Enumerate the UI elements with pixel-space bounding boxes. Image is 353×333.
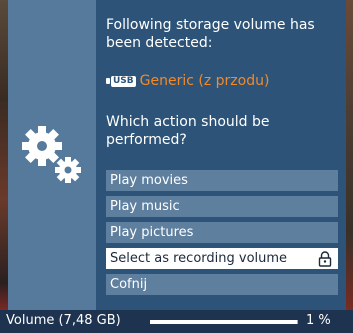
action-menu: Play movies Play music Play pictures Sel… (106, 170, 338, 300)
play-pictures-label: Play pictures (110, 225, 194, 240)
volume-progress-bar (150, 320, 298, 324)
volume-progress-fill (150, 320, 297, 324)
lock-icon (318, 251, 332, 267)
action-question: Which action should be performed? (106, 114, 270, 148)
background-edge-left (0, 0, 8, 333)
usb-icon: USB (106, 75, 136, 87)
play-music-label: Play music (110, 199, 180, 214)
cancel-button[interactable]: Cofnij (106, 274, 338, 295)
play-music-button[interactable]: Play music (106, 196, 338, 217)
volume-label: Volume (7,48 GB) (6, 313, 121, 328)
volume-percent: 1 % (306, 313, 331, 328)
background-edge-right (346, 0, 353, 333)
play-movies-label: Play movies (110, 173, 188, 188)
play-pictures-button[interactable]: Play pictures (106, 222, 338, 243)
cancel-label: Cofnij (110, 277, 148, 292)
device-row: USB Generic (z przodu) (106, 73, 269, 89)
device-name: Generic (z przodu) (139, 73, 270, 89)
gears-icon (22, 126, 81, 183)
play-movies-button[interactable]: Play movies (106, 170, 338, 191)
detected-message: Following storage volume has been detect… (106, 17, 315, 51)
select-recording-volume-button[interactable]: Select as recording volume (106, 248, 338, 269)
select-recording-volume-label: Select as recording volume (110, 251, 288, 266)
